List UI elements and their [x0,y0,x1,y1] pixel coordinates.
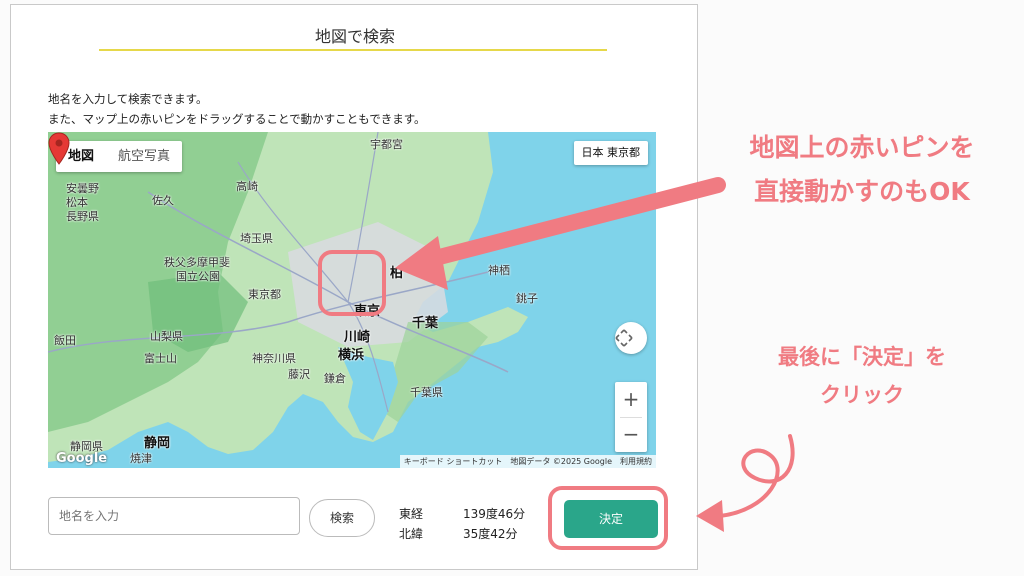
label-tokyo-pref: 東京都 [248,288,281,301]
terms-link[interactable]: 利用規約 [620,455,652,468]
map-data-credit: 地図データ ©2025 Google [510,457,612,466]
keyboard-shortcut-link[interactable]: キーボード ショートカット [404,455,503,468]
search-button[interactable]: 検索 [309,499,375,537]
label-yaizu: 焼津 [130,452,152,465]
label-kawasaki: 川崎 [344,330,371,345]
label-takasaki: 高崎 [236,180,258,193]
label-kashiwa: 柏 [390,266,404,281]
zoom-out-button[interactable]: − [615,417,647,452]
google-logo: Google [56,451,108,466]
zoom-control: + − [615,382,647,452]
region-badge: 日本 東京都 [573,141,648,165]
label-kamakura: 鎌倉 [324,372,346,385]
label-shizuoka: 静岡 [144,436,171,451]
label-kanagawa: 神奈川県 [252,352,296,365]
label-chichibu-2: 国立公園 [176,270,220,283]
tab-satellite[interactable]: 航空写真 [106,141,182,172]
label-fuji: 富士山 [144,352,177,365]
decide-highlight-frame [548,486,668,550]
label-fujisawa: 藤沢 [288,368,310,381]
label-chiba: 千葉 [412,316,439,331]
crosshair-icon[interactable] [615,322,647,354]
label-saku: 佐久 [152,194,174,207]
map-type-toggle: 地図 航空写真 [56,141,183,172]
map-pin-icon[interactable] [48,132,70,166]
annotation-decide: 最後に「決定」を クリック [700,338,1024,414]
label-yamanashi: 山梨県 [150,330,183,343]
dialog-title: 地図で検索 [314,27,395,46]
label-utsunomiya: 宇都宮 [370,138,403,151]
label-nagano: 長野県 [66,210,99,223]
title-underline [99,49,607,51]
annotation-line-1: 地図上の赤いピンを [749,133,975,162]
label-chiba-pref: 千葉県 [410,386,443,399]
annotation-line-4: クリック [820,383,904,407]
latitude-value: 35度42分 [463,527,518,541]
label-yokohama: 横浜 [338,348,365,363]
description-line-1: 地名を入力して検索できます。 [48,92,208,106]
annotation-pin: 地図上の赤いピンを 直接動かすのもOK [700,126,1024,214]
annotation-line-3: 最後に「決定」を [778,345,946,369]
zoom-in-button[interactable]: + [615,382,647,417]
pin-highlight-frame [318,250,386,316]
place-name-input[interactable] [48,497,300,535]
description-line-2: また、マップ上の赤いピンをドラッグすることで動かすこともできます。 [48,112,426,126]
map-attribution: キーボード ショートカット 地図データ ©2025 Google 利用規約 [399,455,656,468]
label-choshi: 銚子 [516,292,538,305]
label-kamisu: 神栖 [488,264,510,277]
label-saitama: 埼玉県 [240,232,273,245]
longitude-label: 東経 [399,507,424,521]
annotation-line-2: 直接動かすのもOK [754,177,970,206]
longitude-value: 139度46分 [463,507,526,521]
latitude-label: 北緯 [399,527,424,541]
label-iida: 飯田 [54,334,76,347]
